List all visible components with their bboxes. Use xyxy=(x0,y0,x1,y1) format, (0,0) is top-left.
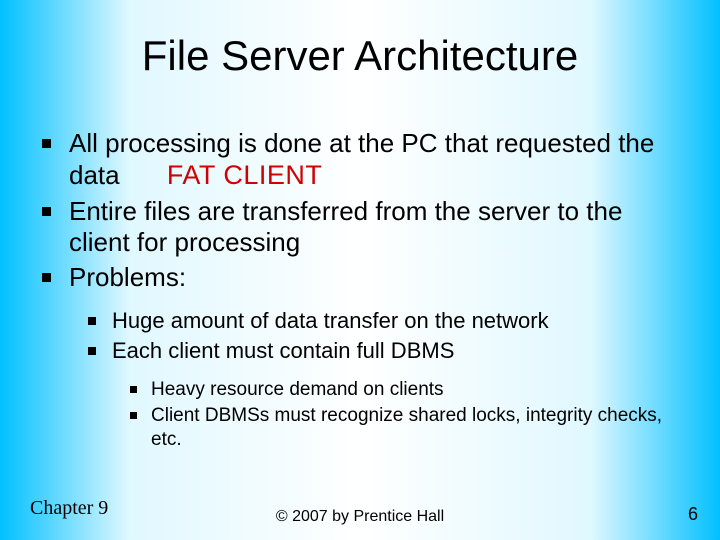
bullet-text: Client DBMSs must recognize shared locks… xyxy=(151,404,678,452)
bullet-text: Heavy resource demand on clients xyxy=(151,378,444,402)
bullet-square-icon xyxy=(42,139,51,148)
bullet-l3: Heavy resource demand on clients xyxy=(130,378,678,402)
bullet-square-icon xyxy=(88,317,96,325)
bullet-l3: Client DBMSs must recognize shared locks… xyxy=(130,404,678,452)
footer-page-number: 6 xyxy=(688,504,698,525)
bullet-square-icon xyxy=(88,347,96,355)
bullet-l1: Problems: xyxy=(42,262,678,293)
bullet-text: Huge amount of data transfer on the netw… xyxy=(112,307,549,335)
bullet-square-icon xyxy=(42,273,51,282)
slide-title: File Server Architecture xyxy=(0,32,720,80)
slide: File Server Architecture All processing … xyxy=(0,0,720,540)
bullet-l1: All processing is done at the PC that re… xyxy=(42,128,678,192)
bullet-l3-group: Heavy resource demand on clients Client … xyxy=(130,378,678,451)
bullet-l2: Each client must contain full DBMS xyxy=(88,337,678,365)
bullet-text: Entire files are transferred from the se… xyxy=(69,196,678,258)
footer-copyright: © 2007 by Prentice Hall xyxy=(0,508,720,526)
bullet-square-icon xyxy=(42,207,51,216)
bullet-text: All processing is done at the PC that re… xyxy=(69,128,678,192)
bullet-l2: Huge amount of data transfer on the netw… xyxy=(88,307,678,335)
bullet-l2-group: Huge amount of data transfer on the netw… xyxy=(88,307,678,364)
bullet-square-icon xyxy=(130,412,137,419)
bullet-text: Problems: xyxy=(69,262,678,293)
bullet-text-span: All processing is done at the PC that re… xyxy=(69,128,654,190)
bullet-l1: Entire files are transferred from the se… xyxy=(42,196,678,258)
fat-client-callout: FAT CLIENT xyxy=(167,160,323,190)
bullet-square-icon xyxy=(130,386,137,393)
slide-content: All processing is done at the PC that re… xyxy=(42,128,678,453)
bullet-text: Each client must contain full DBMS xyxy=(112,337,454,365)
